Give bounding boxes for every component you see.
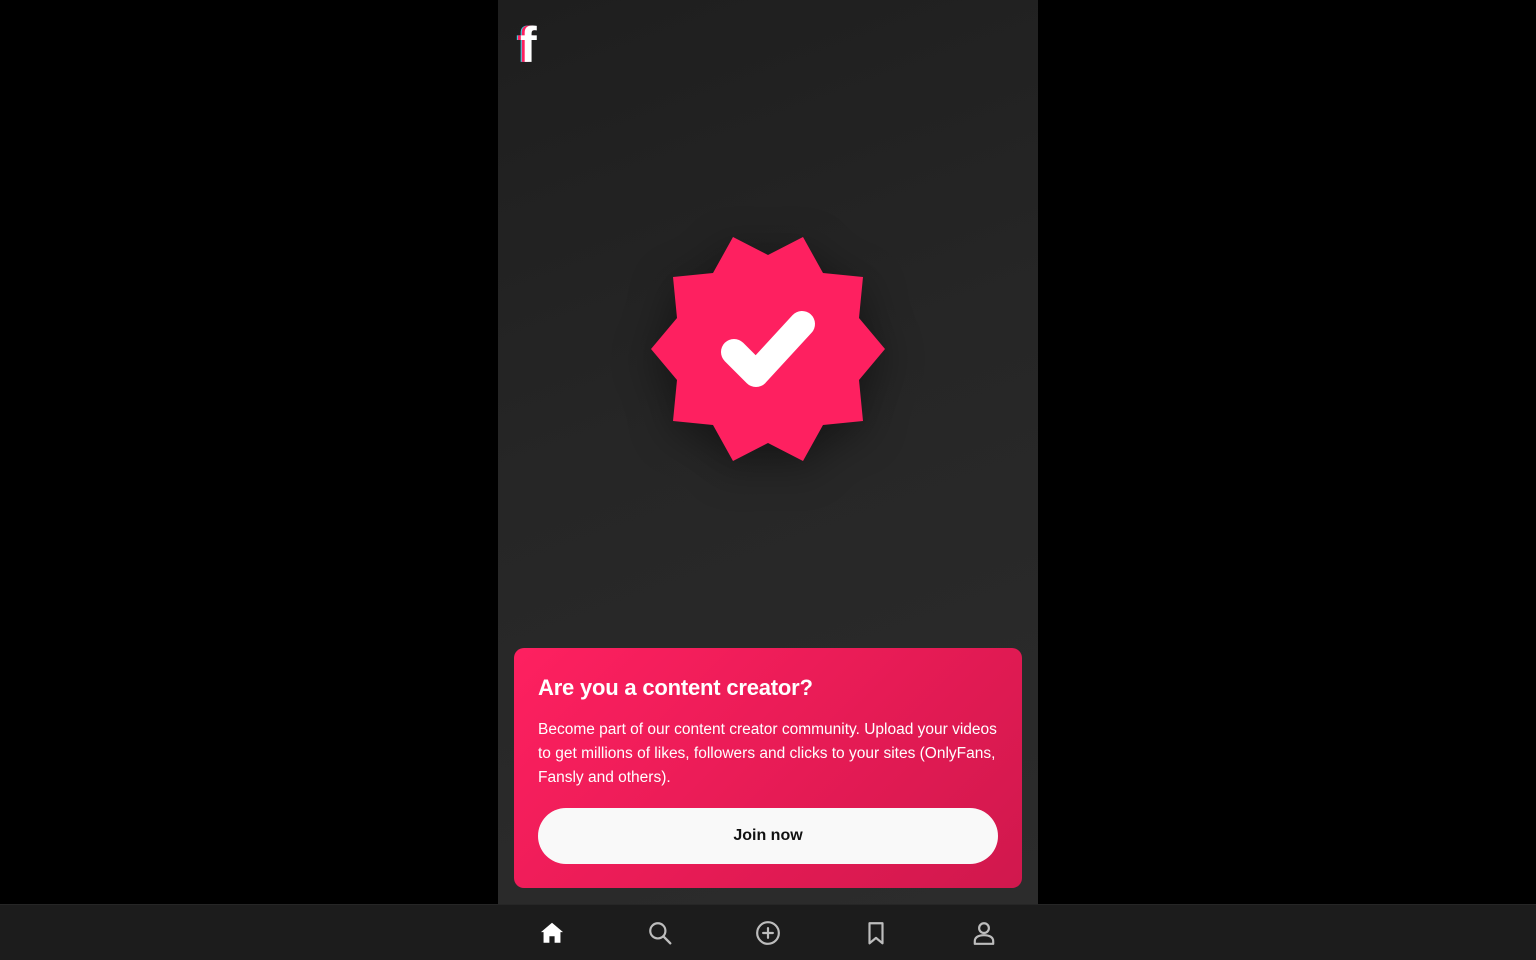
brand-f-logo-icon[interactable]: f f f <box>516 14 546 73</box>
verified-badge-icon <box>648 234 888 464</box>
bottom-nav <box>0 904 1536 960</box>
app-frame: f f f Are you a content creator? Become … <box>498 0 1038 904</box>
nav-item-saved[interactable] <box>860 917 892 949</box>
nav-item-search[interactable] <box>644 917 676 949</box>
promo-title: Are you a content creator? <box>538 675 813 700</box>
plus-circle-icon <box>756 921 780 945</box>
promo-description: Become part of our content creator commu… <box>538 721 997 786</box>
search-icon <box>649 922 672 945</box>
home-icon <box>540 922 564 943</box>
user-icon <box>973 922 995 945</box>
nav-item-home[interactable] <box>536 917 568 949</box>
bookmark-icon <box>868 922 884 945</box>
creator-promo-card: Are you a content creator? Become part o… <box>514 648 1022 888</box>
nav-item-profile[interactable] <box>968 917 1000 949</box>
join-now-button[interactable]: Join now <box>538 808 998 864</box>
svg-text:f: f <box>520 17 537 70</box>
nav-item-create[interactable] <box>752 917 784 949</box>
